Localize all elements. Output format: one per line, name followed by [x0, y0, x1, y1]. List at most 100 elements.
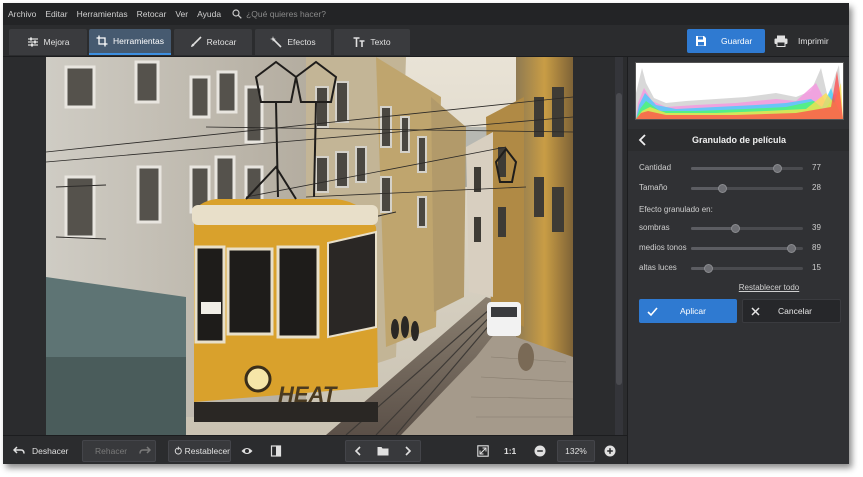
zoom-out-button[interactable] — [534, 440, 546, 462]
printer-icon — [774, 35, 788, 47]
restore-icon — [174, 446, 182, 455]
undo-label: Deshacer — [32, 446, 69, 456]
apply-label: Aplicar — [680, 306, 706, 316]
slider-value: 39 — [812, 223, 821, 232]
slider-fill — [691, 167, 778, 170]
tab-retocar-label: Retocar — [206, 37, 237, 47]
photo-canvas[interactable]: HEAT — [46, 57, 573, 435]
slider-tamano[interactable]: Tamaño 28 — [628, 181, 849, 195]
fit-screen-button[interactable] — [477, 440, 489, 462]
restore-button[interactable]: Restablecer — [168, 440, 231, 462]
slider-knob[interactable] — [718, 184, 728, 193]
search-placeholder[interactable]: ¿Qué quieres hacer? — [246, 9, 326, 19]
histogram-graph — [636, 65, 843, 119]
slider-label: altas luces — [639, 263, 677, 272]
close-icon — [751, 306, 760, 316]
settings-panel: Granulado de película Cantidad 77 Tamaño… — [627, 57, 849, 464]
slider-knob[interactable] — [773, 164, 783, 173]
slider-label: medios tonos — [639, 243, 687, 252]
chevron-left-icon[interactable] — [352, 445, 364, 457]
slider-label: Cantidad — [639, 163, 672, 172]
compare-icon — [270, 445, 282, 457]
tab-texto-label: Texto — [370, 37, 391, 47]
menu-ayuda[interactable]: Ayuda — [197, 9, 221, 19]
tab-mejora-label: Mejora — [43, 37, 70, 47]
compare-button[interactable] — [270, 440, 282, 462]
ratio-button[interactable]: 1:1 — [504, 440, 516, 462]
save-label: Guardar — [721, 36, 753, 46]
main-toolbar: Mejora Herramientas Retocar Efectos Text… — [3, 25, 849, 57]
scrollbar-thumb[interactable] — [616, 93, 622, 385]
slider-knob[interactable] — [730, 224, 740, 233]
slider-label: Tamaño — [639, 183, 668, 192]
check-icon — [647, 306, 658, 316]
tab-retocar[interactable]: Retocar — [174, 29, 252, 55]
print-button[interactable]: Imprimir — [769, 29, 841, 53]
tab-herramientas[interactable]: Herramientas — [89, 29, 171, 55]
cancel-label: Cancelar — [778, 306, 813, 316]
slider-value: 15 — [812, 263, 821, 272]
preview-toggle[interactable] — [241, 440, 253, 462]
tab-mejora[interactable]: Mejora — [9, 29, 87, 55]
menu-archivo[interactable]: Archivo — [8, 9, 36, 19]
menu-herramientas[interactable]: Herramientas — [77, 9, 128, 19]
panel-header: Granulado de película — [628, 129, 849, 151]
slider-cantidad[interactable]: Cantidad 77 — [628, 161, 849, 175]
search-icon — [232, 9, 242, 19]
back-arrow-icon[interactable] — [636, 133, 650, 147]
slider-track[interactable] — [691, 164, 803, 173]
redo-button[interactable]: Rehacer — [82, 440, 156, 462]
slider-fill — [691, 227, 735, 230]
vertical-scrollbar[interactable] — [615, 57, 623, 435]
bottom-bar: Deshacer Rehacer Restablecer 1:1 132% — [3, 435, 627, 464]
slider-sombras[interactable]: sombras 39 — [628, 221, 849, 235]
sliders-icon — [27, 37, 38, 47]
cancel-button[interactable]: Cancelar — [742, 299, 841, 323]
chevron-right-icon[interactable] — [402, 445, 414, 457]
menu-bar: Archivo Editar Herramientas Retocar Ver … — [3, 3, 849, 25]
image-canvas[interactable]: HEAT — [3, 57, 623, 435]
search-box[interactable]: ¿Qué quieres hacer? — [232, 9, 326, 19]
apply-button[interactable]: Aplicar — [639, 299, 737, 323]
slider-knob[interactable] — [786, 244, 796, 253]
zoom-in-button[interactable] — [604, 440, 616, 462]
tram-shape: HEAT — [192, 165, 378, 422]
save-icon — [696, 36, 706, 46]
slider-altas-luces[interactable]: altas luces 15 — [628, 261, 849, 275]
save-button[interactable]: Guardar — [687, 29, 765, 53]
slider-value: 77 — [812, 163, 821, 172]
crop-icon — [96, 35, 108, 47]
slider-value: 89 — [812, 243, 821, 252]
slider-medios-tonos[interactable]: medios tonos 89 — [628, 241, 849, 255]
menu-ver[interactable]: Ver — [175, 9, 188, 19]
slider-knob[interactable] — [703, 264, 713, 273]
print-label: Imprimir — [798, 36, 829, 46]
folder-icon[interactable] — [377, 445, 389, 457]
zoom-value[interactable]: 132% — [557, 440, 595, 462]
slider-track[interactable] — [691, 224, 803, 233]
menu-retocar[interactable]: Retocar — [137, 9, 167, 19]
menu-editar[interactable]: Editar — [45, 9, 67, 19]
undo-icon — [13, 446, 25, 454]
zoom-out-icon — [534, 445, 546, 457]
panel-title: Granulado de película — [691, 135, 787, 145]
slider-track[interactable] — [691, 244, 803, 253]
slider-track[interactable] — [691, 264, 803, 273]
redo-label: Rehacer — [95, 446, 128, 456]
street-tram-photo: HEAT — [46, 57, 573, 435]
brush-icon — [190, 36, 202, 47]
slider-value: 28 — [812, 183, 821, 192]
reset-all-link[interactable]: Restablecer todo — [628, 283, 849, 292]
text-icon — [353, 37, 365, 47]
magic-wand-icon — [270, 36, 282, 48]
tab-efectos-label: Efectos — [287, 37, 316, 47]
grain-effect-label: Efecto granulado en: — [639, 205, 713, 214]
redo-icon — [139, 446, 152, 454]
slider-track[interactable] — [691, 184, 803, 193]
slider-label: sombras — [639, 223, 670, 232]
slider-fill — [691, 247, 791, 250]
tab-texto[interactable]: Texto — [334, 29, 410, 55]
tab-efectos[interactable]: Efectos — [255, 29, 331, 55]
zoom-in-icon — [604, 445, 616, 457]
undo-button[interactable]: Deshacer — [13, 440, 68, 462]
